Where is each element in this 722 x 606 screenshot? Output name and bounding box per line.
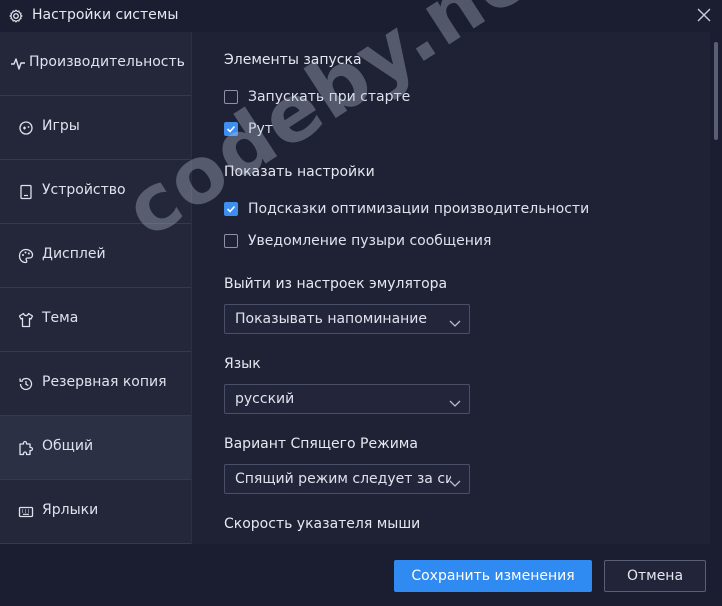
sidebar-item-label: Общий	[42, 438, 94, 454]
checkmark-icon	[226, 205, 236, 213]
checkbox-label: Запускать при старте	[248, 89, 411, 105]
cancel-button[interactable]: Отмена	[604, 560, 706, 592]
section-title-language: Язык	[224, 356, 261, 372]
exit-behavior-select[interactable]: Показывать напоминание	[224, 304, 470, 334]
save-button[interactable]: Сохранить изменения	[394, 560, 592, 592]
sidebar-item-games[interactable]: Игры	[0, 96, 191, 160]
sidebar-item-label: Устройство	[42, 182, 126, 198]
sidebar-item-theme[interactable]: Тема	[0, 288, 191, 352]
sidebar-item-label: Производительность	[29, 54, 185, 70]
chevron-down-icon	[449, 394, 461, 407]
gamepad-icon	[17, 119, 34, 136]
title-bar: Настройки системы	[0, 0, 722, 32]
checkbox-box[interactable]	[224, 202, 238, 216]
scrollbar-thumb[interactable]	[714, 42, 718, 140]
sidebar-item-general[interactable]: Общий	[0, 416, 191, 480]
sidebar-item-label: Тема	[42, 310, 79, 326]
shirt-icon	[17, 311, 34, 328]
launch-on-start-checkbox[interactable]: Запускать при старте	[224, 88, 410, 106]
sidebar-item-label: Игры	[42, 118, 80, 134]
sidebar-item-device[interactable]: Устройство	[0, 160, 191, 224]
checkbox-box[interactable]	[224, 234, 238, 248]
content-scrollbar[interactable]	[710, 32, 722, 544]
window-title: Настройки системы	[32, 7, 179, 23]
checkbox-box[interactable]	[224, 122, 238, 136]
settings-content: Элементы запуска Запускать при старте Ру…	[192, 32, 710, 544]
sidebar-item-shortcuts[interactable]: Ярлыки	[0, 480, 191, 544]
gear-icon	[8, 8, 24, 24]
sleep-mode-select[interactable]: Спящий режим следует за системой	[224, 464, 470, 494]
checkbox-label: Уведомление пузыри сообщения	[248, 233, 492, 249]
footer: Сохранить изменения Отмена	[0, 544, 722, 606]
chevron-down-icon	[449, 314, 461, 327]
checkbox-box[interactable]	[224, 90, 238, 104]
sidebar-item-performance[interactable]: Производительность	[0, 32, 191, 96]
puzzle-icon	[17, 439, 34, 456]
keyboard-icon	[17, 503, 34, 520]
section-title-mouse-speed: Скорость указателя мыши	[224, 516, 421, 532]
sidebar: Производительность Игры Устройство Диспл…	[0, 32, 191, 544]
palette-icon	[17, 247, 34, 264]
chevron-down-icon	[449, 474, 461, 487]
section-title-exit: Выйти из настроек эмулятора	[224, 276, 448, 292]
checkmark-icon	[226, 125, 236, 133]
device-icon	[17, 183, 34, 200]
sidebar-item-backup[interactable]: Резервная копия	[0, 352, 191, 416]
root-checkbox[interactable]: Рут	[224, 120, 273, 138]
checkbox-label: Подсказки оптимизации производительности	[248, 201, 590, 217]
sidebar-item-label: Ярлыки	[42, 502, 99, 518]
history-icon	[17, 375, 34, 392]
select-value: русский	[235, 391, 295, 407]
settings-window: Настройки системы Производительность Игр…	[0, 0, 722, 606]
select-value: Спящий режим следует за системой	[235, 471, 451, 487]
sidebar-item-label: Дисплей	[42, 246, 106, 262]
section-title-show-settings: Показать настройки	[224, 164, 375, 180]
perf-tips-checkbox[interactable]: Подсказки оптимизации производительности	[224, 200, 589, 218]
section-title-startup: Элементы запуска	[224, 52, 362, 68]
sidebar-item-display[interactable]: Дисплей	[0, 224, 191, 288]
section-title-sleep: Вариант Спящего Режима	[224, 436, 418, 452]
bubble-notify-checkbox[interactable]: Уведомление пузыри сообщения	[224, 232, 491, 250]
checkbox-label: Рут	[248, 121, 273, 137]
language-select[interactable]: русский	[224, 384, 470, 414]
pulse-icon	[9, 55, 26, 72]
select-value: Показывать напоминание	[235, 311, 428, 327]
sidebar-item-label: Резервная копия	[42, 374, 167, 390]
close-icon[interactable]	[696, 7, 712, 23]
